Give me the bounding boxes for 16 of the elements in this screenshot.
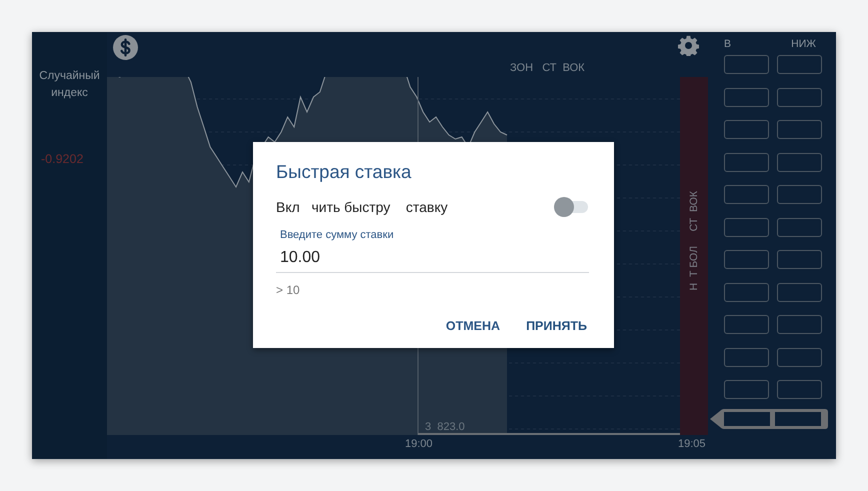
- hint-text: > 10: [276, 283, 301, 297]
- change-value: -0.9202: [41, 152, 84, 166]
- zone-label: ЗОН СТ ВОК: [510, 62, 585, 74]
- accept-button[interactable]: ПРИНЯТЬ: [518, 315, 595, 337]
- cancel-button[interactable]: ОТМЕНА: [438, 315, 508, 337]
- amount-field[interactable]: 10.00: [276, 243, 589, 273]
- column-header: НИЖ: [791, 38, 816, 52]
- dialog-title: Быстрая ставка: [276, 161, 412, 183]
- time-label: 19:05: [678, 438, 706, 450]
- band-label: Н Т БОЛ СТ ВОК: [688, 191, 700, 291]
- column-header: В: [724, 38, 732, 52]
- instrument-name: Случайный индекс: [38, 69, 101, 101]
- field-label: Введите сумму ставки: [280, 229, 395, 241]
- toggle-label: Вкл чить быстру ставку: [276, 199, 448, 215]
- time-label: 19:00: [405, 438, 433, 450]
- price-label: 3 823.0: [425, 421, 465, 433]
